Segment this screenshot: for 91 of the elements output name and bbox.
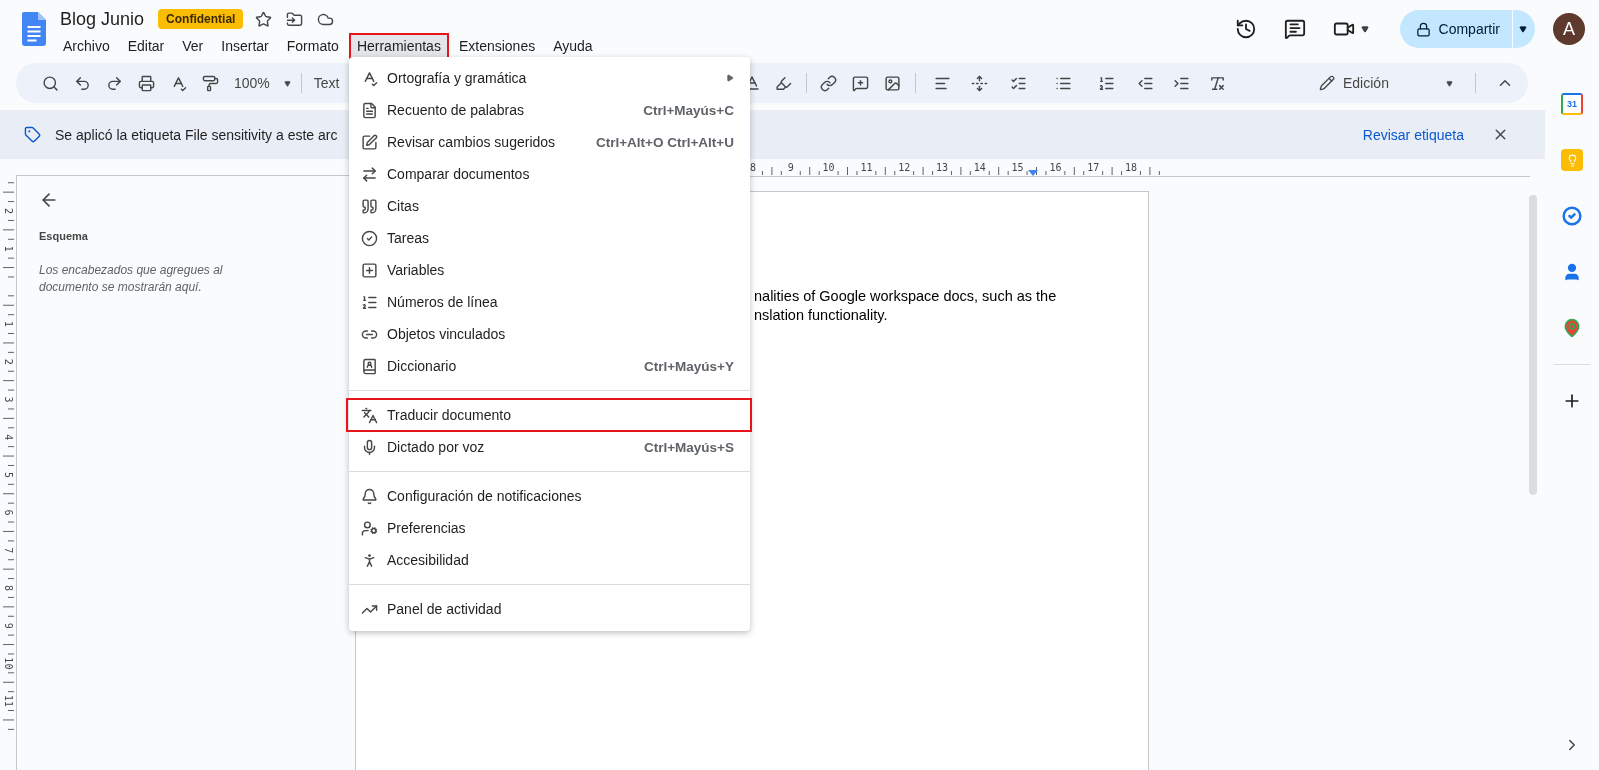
menu-item[interactable]: Herramientas [348, 33, 449, 59]
ruler-number: 1 [3, 321, 14, 328]
label-icon [24, 126, 41, 143]
check-circle-icon[interactable] [361, 229, 378, 247]
ruler-number: 11 [860, 162, 873, 173]
menu-item[interactable]: Formato [278, 33, 347, 59]
star-icon[interactable] [255, 10, 273, 28]
ruler-number: 10 [3, 657, 14, 670]
ruler-number: 11 [3, 695, 14, 708]
calendar-icon[interactable]: 31 [1561, 93, 1583, 115]
menu-option[interactable]: Ortografía y gramática [349, 62, 750, 94]
ruler-number: 9 [3, 622, 14, 629]
avatar[interactable]: A [1553, 13, 1585, 45]
menu-option[interactable]: Revisar cambios sugeridos Ctrl+Alt+O Ctrl+Alt+U [349, 126, 750, 158]
ruler-number: 10 [822, 162, 835, 173]
user-gear-icon[interactable] [361, 519, 378, 537]
redo-icon[interactable] [105, 74, 123, 92]
ruler-number: 15 [1011, 162, 1024, 173]
ruler-number: 12 [898, 162, 911, 173]
undo-icon[interactable] [73, 74, 91, 92]
style-dropdown[interactable]: Text [313, 75, 344, 91]
bell-icon[interactable] [361, 487, 378, 505]
paint-format-icon[interactable] [201, 74, 219, 92]
menu-item[interactable]: Ver [174, 33, 212, 59]
ruler-number: 8 [3, 585, 14, 591]
history-icon[interactable] [1234, 18, 1257, 40]
document-icon[interactable] [361, 101, 378, 119]
scrollbar[interactable] [1529, 195, 1537, 495]
docs-logo-icon[interactable] [22, 12, 46, 46]
image-icon[interactable] [884, 74, 902, 92]
search-icon[interactable] [41, 74, 59, 92]
arrows-icon[interactable] [361, 165, 378, 183]
menu-option[interactable]: Comparar documentos [349, 158, 750, 190]
document-title[interactable]: Blog Junio [60, 8, 145, 30]
ruler-number: 5 [3, 471, 14, 478]
caret-icon[interactable] [1360, 25, 1369, 33]
numbered-list-icon[interactable] [361, 293, 378, 311]
clear-formatting-icon[interactable] [1209, 74, 1227, 92]
lock-icon [1415, 21, 1431, 37]
banner-message: Se aplicó la etiqueta File sensitivity a este arc [55, 126, 338, 143]
ruler-number: 7 [3, 547, 14, 554]
ruler-number: 1 [3, 245, 14, 252]
ruler-number: 13 [936, 162, 948, 173]
comment-icon[interactable] [1283, 18, 1306, 40]
translate-icon[interactable] [361, 406, 378, 424]
document-text: nalities of Google workspace docs, such as the [754, 287, 1058, 306]
ruler-number: 3 [3, 396, 14, 403]
print-icon[interactable] [137, 74, 155, 92]
microphone-icon[interactable] [361, 438, 378, 456]
move-folder-icon[interactable] [286, 10, 304, 28]
ruler-number: 8 [750, 162, 756, 173]
add-comment-icon[interactable] [852, 74, 870, 92]
tasks-icon[interactable] [1562, 206, 1582, 226]
ruler-number: 16 [1049, 162, 1062, 173]
ruler-number: 4 [3, 434, 14, 441]
ruler-number: 2 [3, 358, 14, 365]
menu-item[interactable]: Archivo [55, 33, 118, 59]
numbered-list-icon[interactable] [1098, 74, 1116, 92]
ruler-number: 17 [1087, 162, 1100, 173]
zoom-dropdown[interactable]: 100% [226, 75, 295, 91]
menu-item[interactable]: Insertar [213, 33, 277, 59]
contacts-icon[interactable] [1562, 262, 1582, 282]
ruler-number: 18 [1125, 162, 1137, 173]
caret-icon[interactable] [1519, 25, 1527, 33]
ruler-number: 6 [3, 509, 14, 516]
edit-icon[interactable] [361, 133, 378, 151]
highlighter-icon[interactable] [775, 74, 793, 92]
link-icon[interactable] [820, 74, 838, 92]
review-label-link[interactable]: Revisar etiqueta [1362, 126, 1464, 143]
variable-icon[interactable] [361, 261, 378, 279]
map-pin-icon[interactable] [1562, 318, 1582, 338]
share-button[interactable]: Compartir [1399, 10, 1535, 48]
label-badge[interactable]: Confidential [158, 9, 244, 29]
pencil-icon [1319, 75, 1335, 91]
outline-title: Esquema [39, 230, 89, 242]
book-icon[interactable] [361, 357, 378, 375]
ruler-number: 14 [973, 162, 986, 173]
menu-item[interactable]: Extensiones [450, 33, 544, 59]
indent-marker-icon[interactable] [1028, 170, 1038, 176]
menu-item[interactable]: Ayuda [545, 33, 601, 59]
line-spacing-icon[interactable] [971, 74, 989, 92]
quote-icon[interactable] [361, 197, 378, 215]
caret-icon [1446, 79, 1453, 87]
mode-dropdown[interactable]: Edición [1311, 75, 1461, 91]
caret-icon [283, 79, 291, 87]
menu-item[interactable]: Editar [119, 33, 173, 59]
ruler-number: 9 [787, 162, 794, 173]
outline-empty-message: Los encabezados que agregues al documento se mostrarán aquí. [39, 262, 224, 296]
document-text: nslation functionality. [754, 306, 889, 325]
ruler-number: 2 [3, 208, 14, 214]
menu-option[interactable]: Recuento de palabras Ctrl+Mayús+C [349, 94, 750, 126]
